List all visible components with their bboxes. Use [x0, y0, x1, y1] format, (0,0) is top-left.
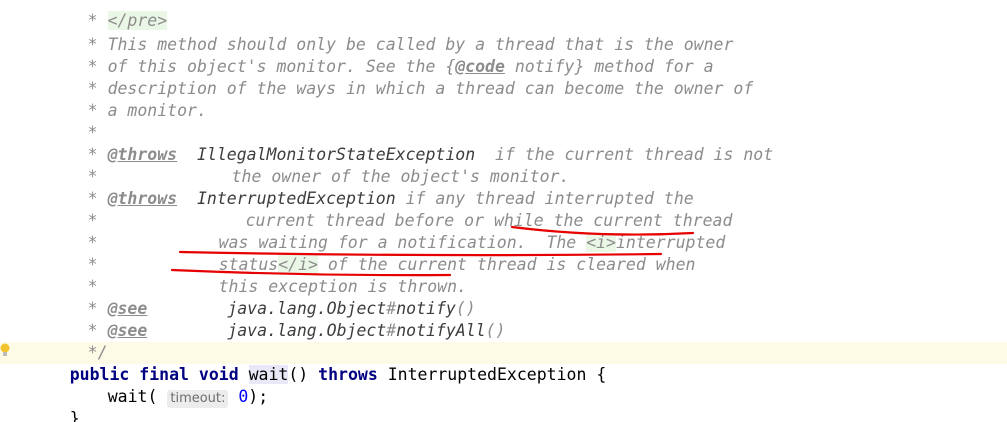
- comment-line: * a monitor.: [77, 101, 207, 120]
- comment-line-empty: *: [77, 123, 98, 142]
- method-signature[interactable]: public final void wait() throws Interrup…: [30, 342, 606, 384]
- number-literal: 0: [238, 387, 249, 406]
- comment-end: */: [77, 343, 108, 362]
- see-reference: java.lang.Object: [227, 321, 387, 340]
- comment-line: * was waiting for a notification. The <i>…: [77, 233, 726, 252]
- throws-line: * @throws InterruptedException if any th…: [77, 189, 694, 208]
- parameter-hint: timeout:: [167, 390, 229, 408]
- closing-brace: }: [69, 409, 80, 422]
- comment-line: * of this object's monitor. See the {@co…: [77, 57, 714, 76]
- throws-line: * @throws IllegalMonitorStateException i…: [77, 145, 774, 164]
- comment-line: * This method should only be called by a…: [77, 35, 734, 54]
- code-editor[interactable]: * </pre> * This method should only be ca…: [0, 0, 1007, 422]
- comment-line: * the owner of the object's monitor.: [77, 167, 570, 186]
- method-body-call[interactable]: wait( timeout: 0);: [68, 364, 268, 408]
- see-line: * @see java.lang.Object#notify(): [77, 299, 476, 318]
- lightbulb-icon[interactable]: [0, 343, 10, 359]
- see-line: * @see java.lang.Object#notifyAll(): [77, 321, 506, 340]
- see-tag: @see: [107, 321, 148, 340]
- comment-line-pre-close: * </pre>: [77, 11, 168, 30]
- exception-type: InterruptedException: [387, 365, 587, 384]
- comment-line: * this exception is thrown.: [77, 277, 467, 296]
- comment-line: * status</i> of the current thread is cle…: [77, 255, 696, 274]
- comment-line: * description of the ways in which a thr…: [77, 79, 754, 98]
- comment-line: * current thread before or while the curr…: [77, 211, 733, 230]
